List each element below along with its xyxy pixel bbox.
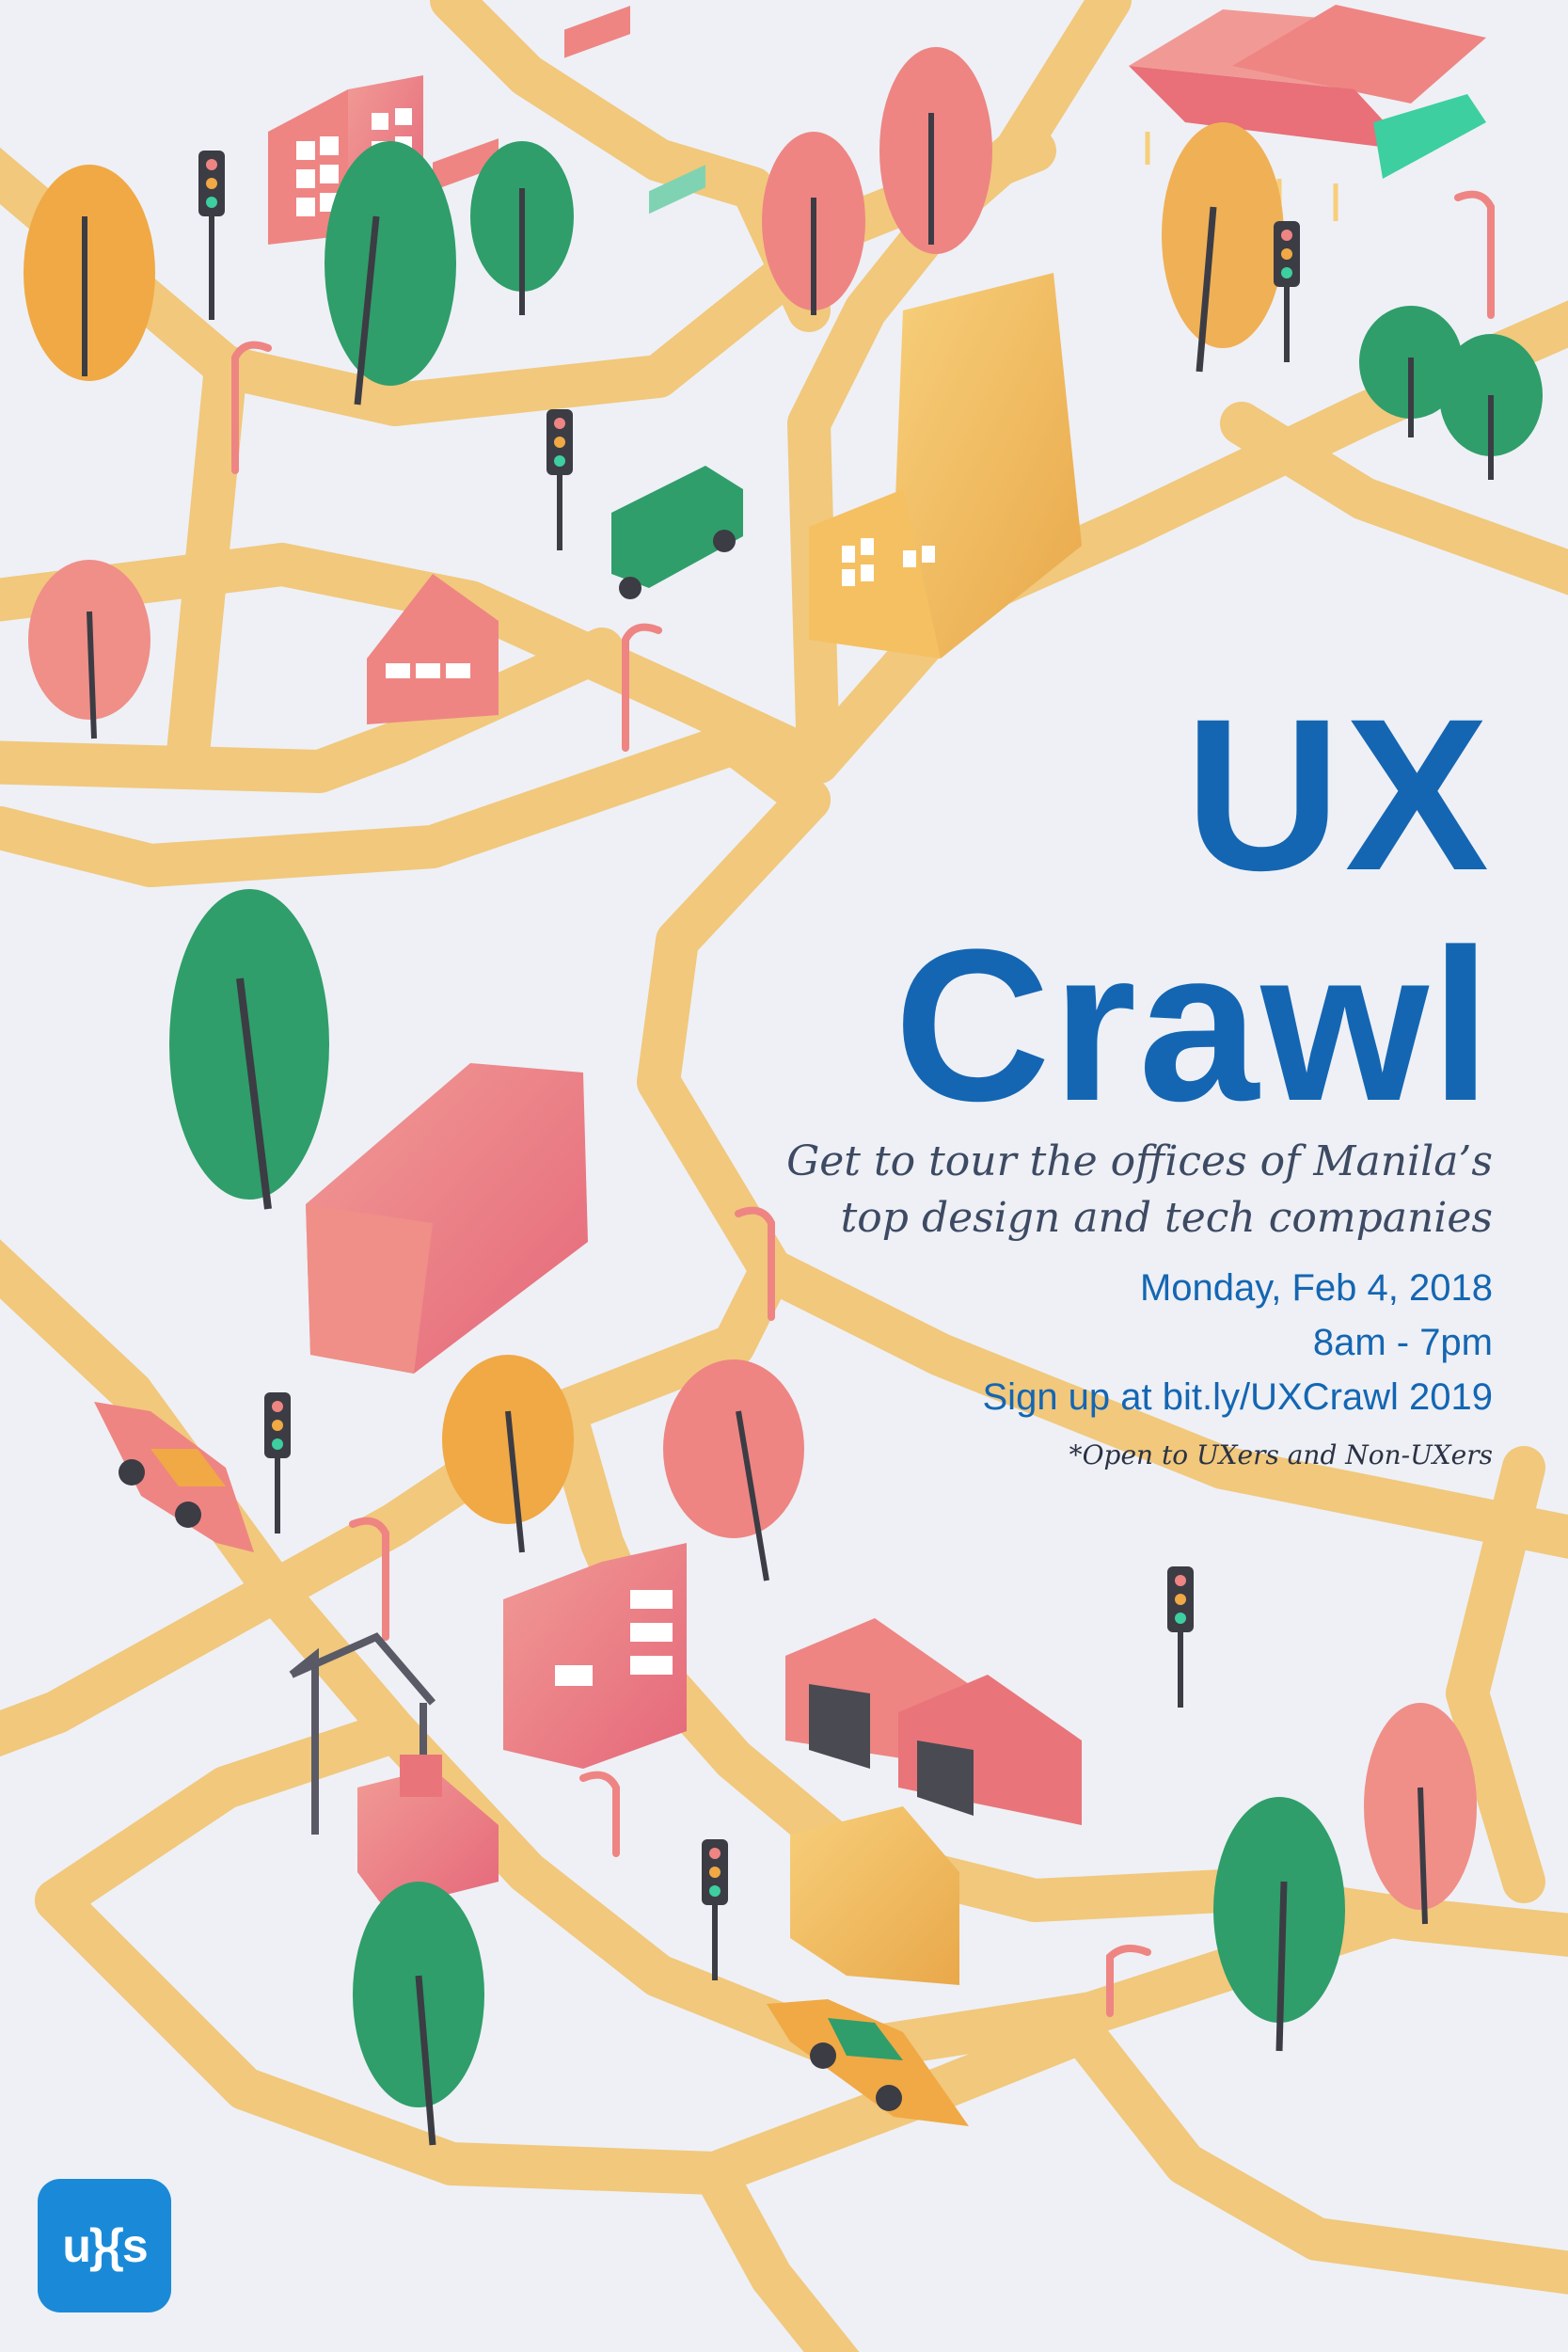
tagline-line-1: Get to tour the offices of Manila’s — [786, 1137, 1493, 1185]
tagline-line-2: top design and tech companies — [840, 1194, 1493, 1242]
title-line-crawl: Crawl — [894, 904, 1493, 1146]
event-time: 8am - 7pm — [1312, 1322, 1493, 1363]
uxs-logo: u}{s — [38, 2179, 171, 2312]
tagline: Get to tour the offices of Manila’s top … — [646, 1134, 1493, 1247]
poster: UX Crawl Get to tour the offices of Mani… — [0, 0, 1568, 2352]
eligibility-note: *Open to UXers and Non-UXers — [1069, 1439, 1493, 1470]
signup-link[interactable]: Sign up at bit.ly/UXCrawl 2019 — [983, 1375, 1494, 1420]
event-date: Monday, Feb 4, 2018 — [1139, 1267, 1493, 1309]
title-line-ux: UX — [1184, 674, 1493, 915]
